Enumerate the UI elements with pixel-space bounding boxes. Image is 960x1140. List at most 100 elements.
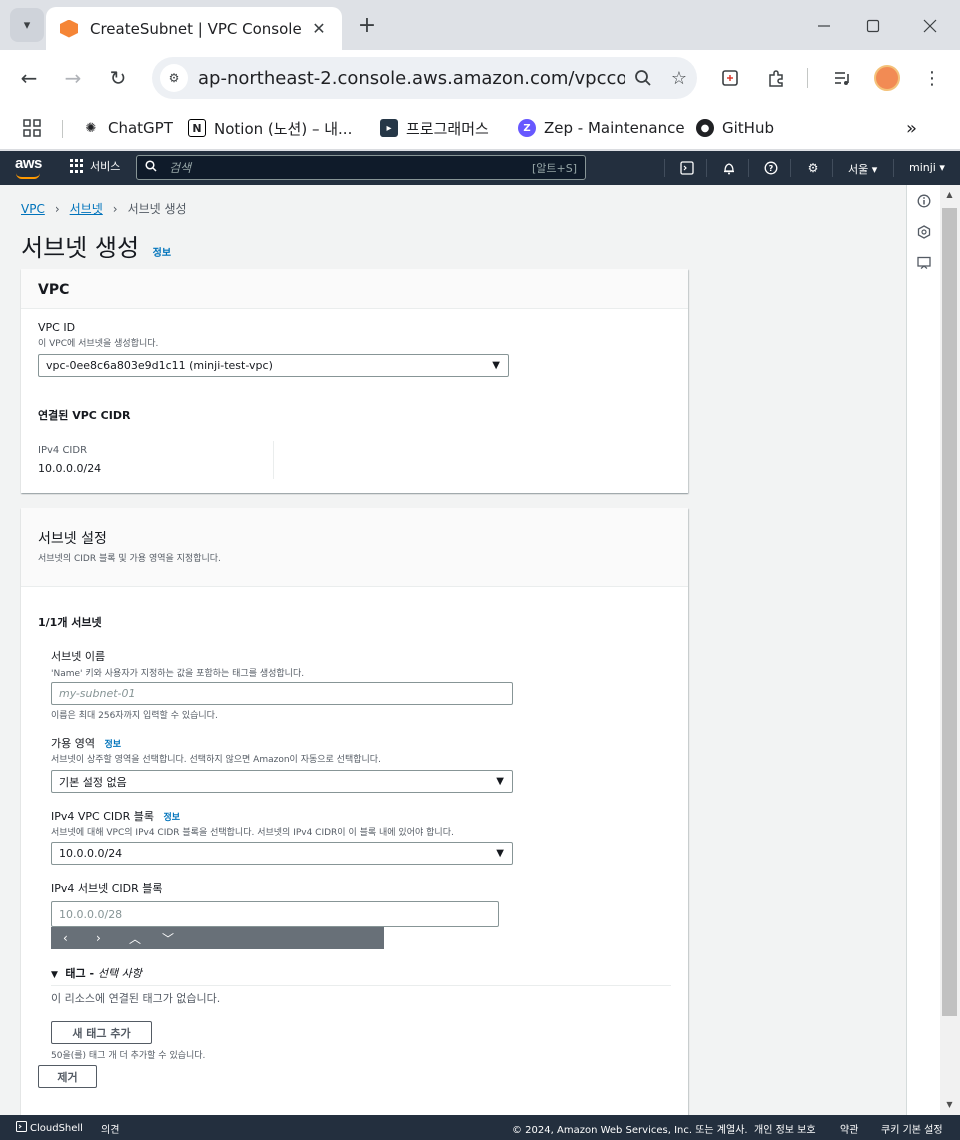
- bookmark-star-icon[interactable]: ☆: [661, 60, 697, 96]
- bookmark-label: ChatGPT: [108, 119, 173, 137]
- chevron-right-icon[interactable]: ›: [96, 931, 129, 945]
- maximize-button[interactable]: [859, 12, 887, 40]
- breadcrumb-vpc[interactable]: VPC: [21, 202, 45, 216]
- vpc-panel-header: VPC: [21, 269, 688, 309]
- tags-expander[interactable]: ▼ 태그 - 선택 사항: [51, 965, 142, 981]
- vpc-id-selected-value: vpc-0ee8c6a803e9d1c11 (minji-test-vpc): [46, 359, 273, 372]
- bookmark-chatgpt[interactable]: ✺ ChatGPT: [82, 116, 173, 140]
- bookmark-zep[interactable]: Z Zep - Maintenance: [518, 116, 685, 140]
- remove-subnet-button[interactable]: 제거: [38, 1065, 97, 1088]
- scroll-up-arrow-icon[interactable]: ▲: [942, 187, 957, 201]
- new-tab-button[interactable]: +: [354, 12, 380, 38]
- zoom-icon[interactable]: [625, 60, 661, 96]
- chevron-up-icon[interactable]: ︿: [129, 930, 162, 947]
- region-selector[interactable]: 서울 ▾: [848, 161, 877, 177]
- extensions-icon[interactable]: [762, 64, 790, 92]
- close-icon[interactable]: ✕: [306, 16, 332, 42]
- help-icon[interactable]: ?: [761, 158, 781, 178]
- availability-zone-select[interactable]: 기본 설정 없음 ▼: [51, 770, 513, 793]
- cookie-preferences-link[interactable]: 쿠키 기본 설정: [881, 1121, 943, 1136]
- cloudshell-footer-link[interactable]: CloudShell: [16, 1121, 83, 1134]
- account-menu[interactable]: minji ▾: [909, 161, 945, 174]
- apps-grid-icon[interactable]: [22, 116, 42, 140]
- chevron-left-icon[interactable]: ‹: [63, 931, 96, 945]
- az-selected-value: 기본 설정 없음: [59, 775, 127, 789]
- bookmark-label: Zep - Maintenance: [544, 119, 685, 137]
- address-bar[interactable]: ⚙ ap-northeast-2.console.aws.amazon.com/…: [152, 57, 697, 99]
- tab-title: CreateSubnet | VPC Console: [90, 19, 302, 38]
- chevron-right-icon: ›: [112, 201, 118, 216]
- bookmark-programmers[interactable]: ▸ 프로그래머스: [380, 116, 489, 140]
- window-close-button[interactable]: [916, 12, 944, 40]
- vpc-id-label: VPC ID: [38, 321, 76, 334]
- search-icon: [145, 160, 157, 175]
- vpc-panel-heading: VPC: [38, 282, 70, 298]
- availability-zone-field: 가용 영역 정보 서브넷이 상주할 영역을 선택합니다. 선택하지 않으면 Am…: [51, 735, 381, 765]
- new-tab-page-icon[interactable]: [716, 64, 744, 92]
- aws-logo[interactable]: aws: [15, 155, 42, 172]
- info-link[interactable]: 정보: [153, 248, 171, 259]
- vpc-id-select[interactable]: vpc-0ee8c6a803e9d1c11 (minji-test-vpc) ▼: [38, 354, 509, 377]
- vpc-cidr-select[interactable]: 10.0.0.0/24 ▼: [51, 842, 513, 865]
- forward-button[interactable]: →: [57, 62, 89, 94]
- page-title: 서브넷 생성 정보: [21, 228, 171, 263]
- terms-link[interactable]: 약관: [840, 1121, 858, 1136]
- caret-down-icon: ▼: [496, 776, 504, 787]
- column-divider: [273, 441, 274, 479]
- maximize-icon: [866, 19, 880, 33]
- programmers-icon: ▸: [380, 119, 398, 137]
- subnet-cidr-input[interactable]: 10.0.0.0/28: [51, 901, 499, 927]
- reload-button[interactable]: ↻: [102, 62, 134, 94]
- notifications-bell-icon[interactable]: [719, 158, 739, 178]
- media-playlist-icon[interactable]: [828, 64, 856, 92]
- chevron-down-icon[interactable]: ﹀: [162, 930, 195, 947]
- vpc-cidr-info-link[interactable]: 정보: [164, 813, 181, 823]
- hexagon-icon[interactable]: [916, 224, 932, 240]
- search-placeholder: 검색: [169, 161, 192, 175]
- subnet-name-input[interactable]: my-subnet-01: [51, 682, 513, 705]
- url-text[interactable]: ap-northeast-2.console.aws.amazon.com/vp…: [198, 68, 625, 89]
- nav-divider: [832, 159, 833, 177]
- vpc-cidr-selected-value: 10.0.0.0/24: [59, 847, 123, 860]
- add-tag-button[interactable]: 새 태그 추가: [51, 1021, 152, 1044]
- tags-label: 태그 -: [65, 967, 98, 980]
- cloudshell-icon: [16, 1121, 27, 1132]
- tutorial-screen-icon[interactable]: [916, 255, 932, 271]
- breadcrumb: VPC › 서브넷 › 서브넷 생성: [21, 200, 187, 217]
- minimize-button[interactable]: [810, 12, 838, 40]
- feedback-link[interactable]: 의견: [101, 1121, 119, 1136]
- breadcrumb-current: 서브넷 생성: [127, 202, 187, 216]
- vpc-cidr-block-field: IPv4 VPC CIDR 블록 정보 서브넷에 대해 VPC의 IPv4 CI…: [51, 808, 454, 838]
- scrollbar-thumb[interactable]: [942, 208, 957, 1016]
- info-panel-icon[interactable]: [916, 193, 932, 209]
- aws-search-input[interactable]: 검색 [알트+S]: [136, 155, 586, 180]
- breadcrumb-subnets[interactable]: 서브넷: [70, 200, 103, 217]
- cloudshell-icon[interactable]: [677, 158, 697, 178]
- vpc-panel: VPC VPC ID 이 VPC에 서브넷을 생성합니다. vpc-0ee8c6…: [21, 269, 688, 493]
- chevron-down-icon: ▾: [23, 17, 31, 33]
- ipv4-cidr-value: 10.0.0.0/24: [38, 462, 102, 475]
- caret-down-icon: ▼: [496, 848, 504, 859]
- search-shortcut: [알트+S]: [531, 161, 577, 175]
- subnet-name-label: 서브넷 이름: [51, 650, 106, 663]
- more-bookmarks-icon[interactable]: »: [906, 116, 917, 140]
- vpc-id-description: 이 VPC에 서브넷을 생성합니다.: [38, 339, 159, 349]
- tab-search-button[interactable]: ▾: [10, 8, 44, 42]
- az-info-link[interactable]: 정보: [104, 740, 121, 750]
- copyright-text: © 2024, Amazon Web Services, Inc. 또는 계열사…: [512, 1125, 748, 1136]
- subnet-name-description: 'Name' 키와 사용자가 지정하는 값을 포함하는 태그를 생성합니다.: [51, 669, 305, 679]
- profile-avatar[interactable]: [874, 65, 900, 91]
- bookmark-notion[interactable]: N Notion (노션) – 내...: [188, 116, 352, 140]
- services-menu-button[interactable]: 서비스: [70, 158, 120, 174]
- browser-tab[interactable]: CreateSubnet | VPC Console ✕: [46, 7, 342, 50]
- back-button[interactable]: ←: [13, 62, 45, 94]
- privacy-link[interactable]: 개인 정보 보호: [754, 1121, 816, 1136]
- more-menu-icon[interactable]: ⋮: [918, 64, 946, 92]
- settings-gear-icon[interactable]: ⚙: [803, 158, 823, 178]
- site-info-icon[interactable]: ⚙: [160, 64, 188, 92]
- scroll-down-arrow-icon[interactable]: ▼: [942, 1097, 957, 1111]
- caret-down-icon: ▼: [492, 360, 500, 371]
- bookmark-github[interactable]: ● GitHub: [696, 116, 774, 140]
- main-content: VPC › 서브넷 › 서브넷 생성 서브넷 생성 정보 VPC VPC ID …: [0, 185, 906, 1115]
- page-title-text: 서브넷 생성: [21, 234, 140, 262]
